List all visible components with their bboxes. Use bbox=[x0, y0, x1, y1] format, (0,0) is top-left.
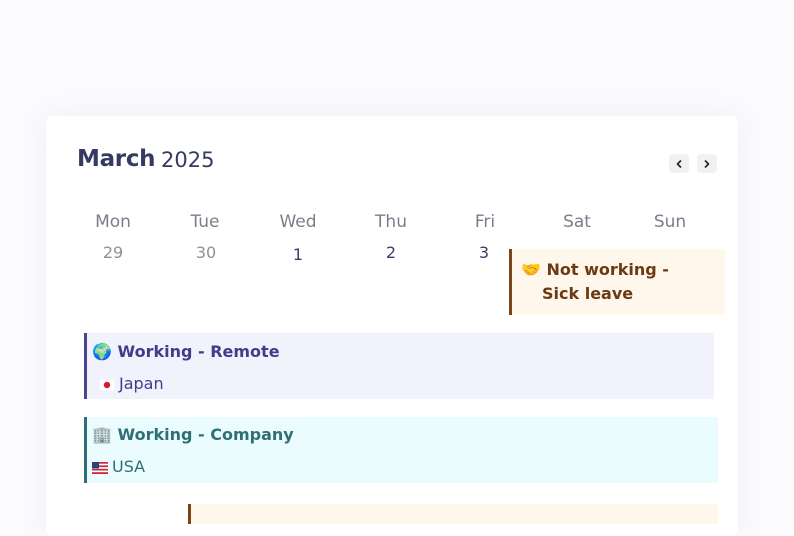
weekday-wed: Wed bbox=[279, 212, 317, 232]
previous-month-button[interactable] bbox=[669, 154, 689, 173]
event-title-continued: Sick leave bbox=[542, 284, 634, 303]
event-title: Not working - bbox=[546, 260, 669, 279]
day-2[interactable]: 2 bbox=[371, 243, 411, 262]
event-title: Working - Company bbox=[117, 425, 294, 444]
weekday-sat: Sat bbox=[563, 212, 591, 232]
next-month-button[interactable] bbox=[697, 154, 717, 173]
day-30[interactable]: 30 bbox=[186, 243, 226, 262]
weekday-sun: Sun bbox=[653, 212, 687, 232]
office-building-icon: 🏢 bbox=[92, 425, 112, 444]
chevron-left-icon bbox=[676, 159, 682, 168]
chevron-right-icon bbox=[704, 159, 710, 168]
weekday-fri: Fri bbox=[474, 212, 496, 232]
event-sick-leave[interactable]: 🤝 Not working - Sick leave bbox=[509, 249, 725, 315]
event-working-company[interactable]: 🏢 Working - Company USA bbox=[84, 417, 718, 483]
usa-flag-icon bbox=[92, 462, 108, 474]
event-partial[interactable] bbox=[188, 504, 718, 524]
day-3[interactable]: 3 bbox=[464, 243, 504, 262]
event-working-remote[interactable]: 🌍 Working - Remote Japan bbox=[84, 333, 714, 399]
weekday-tue: Tue bbox=[190, 212, 220, 232]
year-title: 2025 bbox=[161, 148, 215, 172]
japan-flag-icon bbox=[99, 379, 115, 391]
day-29[interactable]: 29 bbox=[93, 243, 133, 262]
weekday-thu: Thu bbox=[375, 212, 407, 232]
day-1[interactable]: 1 bbox=[278, 245, 318, 264]
event-location: Japan bbox=[119, 374, 164, 393]
handshake-icon: 🤝 bbox=[521, 260, 541, 279]
event-title: Working - Remote bbox=[117, 342, 280, 361]
globe-icon: 🌍 bbox=[92, 342, 112, 361]
event-location: USA bbox=[112, 457, 146, 476]
month-title: March bbox=[77, 146, 156, 172]
weekday-mon: Mon bbox=[95, 212, 131, 232]
